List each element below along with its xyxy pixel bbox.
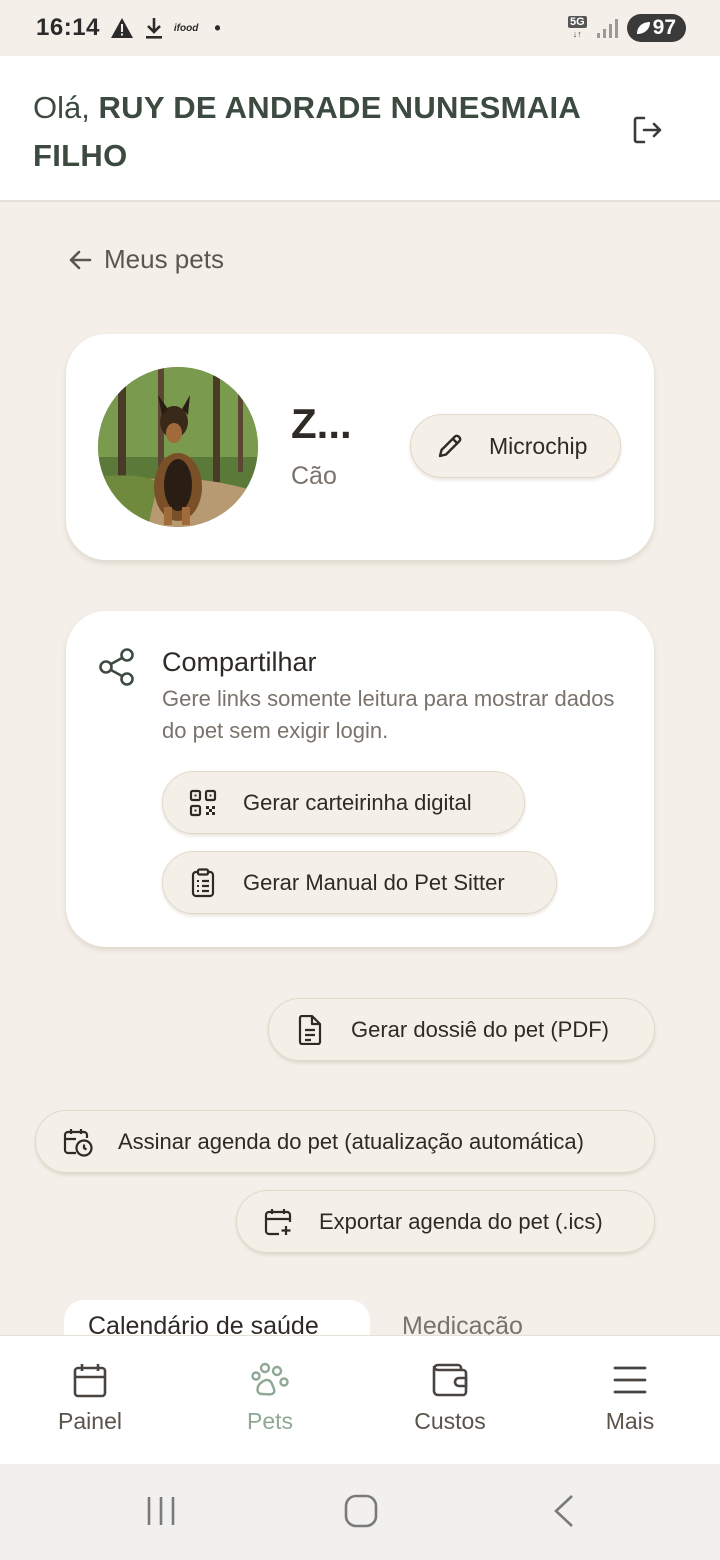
- clipboard-list-icon: [191, 867, 215, 897]
- leaf-icon: [636, 22, 650, 34]
- nav-label-painel: Painel: [58, 1408, 122, 1434]
- menu-icon: [613, 1366, 647, 1394]
- app-header: Olá, RUY DE ANDRADE NUNESMAIA FILHO: [0, 56, 720, 202]
- logout-icon: [633, 116, 662, 144]
- subscribe-calendar-label: Assinar agenda do pet (atualização autom…: [118, 1128, 584, 1154]
- warning-icon: [110, 18, 133, 38]
- calendar-clock-icon: [63, 1128, 93, 1157]
- pet-tabs: Calendário de saúde Medicação: [64, 1300, 684, 1340]
- share-title: Compartilhar: [162, 647, 317, 677]
- logout-button[interactable]: [630, 112, 666, 148]
- export-calendar-label: Exportar agenda do pet (.ics): [319, 1208, 603, 1234]
- nav-item-painel[interactable]: Painel: [0, 1336, 180, 1464]
- wallet-icon: [432, 1363, 468, 1397]
- microchip-button[interactable]: Microchip: [410, 414, 621, 478]
- tab-medication[interactable]: Medicação: [402, 1300, 523, 1340]
- subscribe-pet-calendar-button[interactable]: Assinar agenda do pet (atualização autom…: [35, 1110, 655, 1173]
- calendar-icon: [73, 1364, 107, 1398]
- share-card: Compartilhar Gere links somente leitura …: [66, 611, 654, 947]
- greeting: Olá, RUY DE ANDRADE NUNESMAIA FILHO: [33, 84, 613, 180]
- back-to-pets-link[interactable]: Meus pets: [66, 244, 224, 275]
- back-icon[interactable]: [550, 1494, 576, 1528]
- pencil-icon: [438, 434, 462, 458]
- document-icon: [298, 1014, 322, 1045]
- nav-label-pets: Pets: [246, 1408, 294, 1434]
- pet-sitter-manual-label: Gerar Manual do Pet Sitter: [243, 869, 505, 895]
- pet-profile-card: Z... Cão Microchip: [66, 334, 654, 560]
- generate-pet-sitter-manual-button[interactable]: Gerar Manual do Pet Sitter: [162, 851, 557, 914]
- network-label: 5G: [567, 16, 587, 28]
- ifood-notification-icon: ifood: [173, 22, 199, 34]
- dossier-label: Gerar dossiê do pet (PDF): [351, 1016, 609, 1042]
- export-pet-calendar-button[interactable]: Exportar agenda do pet (.ics): [236, 1190, 655, 1253]
- generate-digital-card-button[interactable]: Gerar carteirinha digital: [162, 771, 525, 834]
- nav-item-custos[interactable]: Custos: [360, 1336, 540, 1464]
- status-right: 5G ↓↑ 97: [567, 14, 686, 42]
- signal-icon: [596, 19, 618, 38]
- pet-species: Cão: [291, 462, 337, 490]
- status-bar: 16:14 ifood • 5G ↓↑ 97: [0, 0, 720, 56]
- battery-indicator: 97: [626, 14, 686, 42]
- pet-name: Z...: [291, 400, 352, 447]
- microchip-label: Microchip: [489, 432, 588, 459]
- nav-label-custos: Custos: [414, 1408, 486, 1434]
- nav-item-mais[interactable]: Mais: [540, 1336, 720, 1464]
- share-icon: [99, 648, 134, 686]
- network-5g-icon: 5G ↓↑: [567, 16, 587, 39]
- back-link-label: Meus pets: [104, 244, 224, 274]
- download-icon: [145, 18, 162, 39]
- recent-apps-icon[interactable]: [144, 1494, 178, 1528]
- battery-level: 97: [652, 16, 676, 39]
- user-name: RUY DE ANDRADE NUNESMAIA FILHO: [33, 90, 580, 173]
- paw-icon: [251, 1362, 289, 1396]
- nav-label-mais: Mais: [605, 1408, 655, 1434]
- generate-pet-dossier-button[interactable]: Gerar dossiê do pet (PDF): [268, 998, 655, 1061]
- home-icon[interactable]: [344, 1494, 378, 1528]
- share-description: Gere links somente leitura para mostrar …: [162, 686, 615, 743]
- arrow-left-icon: [69, 250, 92, 269]
- system-navigation-bar: [0, 1464, 720, 1560]
- pet-avatar: [98, 367, 258, 527]
- tab-health-calendar[interactable]: Calendário de saúde: [64, 1300, 370, 1340]
- bottom-navigation: Painel Pets Custos Mais: [0, 1335, 720, 1464]
- qr-code-icon: [189, 789, 217, 816]
- nav-item-pets[interactable]: Pets: [180, 1336, 360, 1464]
- calendar-plus-icon: [264, 1208, 292, 1235]
- status-time: 16:14: [36, 14, 100, 41]
- greeting-prefix: Olá,: [33, 90, 90, 125]
- notification-dot: •: [214, 17, 221, 38]
- digital-card-label: Gerar carteirinha digital: [243, 789, 472, 815]
- status-left: 16:14 ifood •: [36, 14, 221, 42]
